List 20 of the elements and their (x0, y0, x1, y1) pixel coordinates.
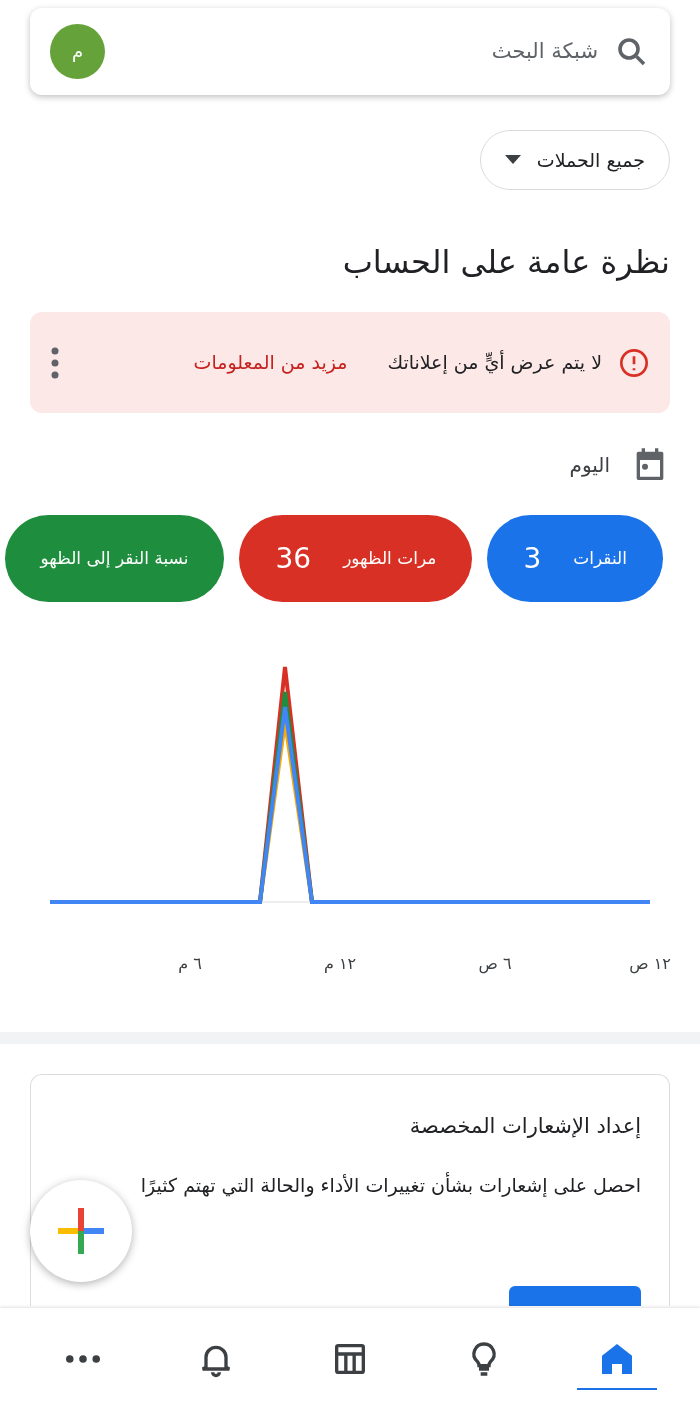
alert-message: لا يتم عرض أيٍّ من إعلاناتك (387, 349, 602, 376)
search-bar[interactable]: شبكة البحث م (30, 8, 670, 95)
more-vertical-icon[interactable] (50, 345, 60, 380)
add-fab[interactable] (30, 1180, 132, 1282)
search-placeholder: شبكة البحث (490, 37, 598, 65)
axis-label: ٦ م (178, 953, 202, 975)
card-title: إعداد الإشعارات المخصصة (408, 1113, 641, 1141)
caret-icon (504, 155, 521, 165)
plus-icon (58, 1208, 104, 1254)
date-range[interactable]: اليوم (569, 450, 610, 480)
axis-label: ١٢ م (323, 953, 357, 975)
error-icon (618, 346, 650, 379)
learn-more-link[interactable]: مزيد من المعلومات (193, 348, 348, 377)
avatar[interactable]: م (50, 24, 105, 79)
more-icon (65, 1354, 100, 1363)
axis-label: ٦ ص (478, 953, 512, 976)
axis-label: ١٢ ص (629, 953, 671, 976)
page-title: نظرة عامة على الحساب (341, 242, 671, 283)
metric-chip[interactable]: نسبة النقر إلى الظهو (4, 515, 225, 602)
card-body: احصل على إشعارات بشأن تغييرات الأداء والحالة التي تهتم كثيرًا (139, 1171, 641, 1199)
